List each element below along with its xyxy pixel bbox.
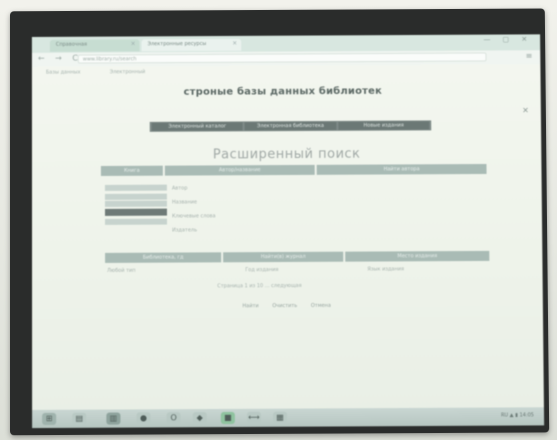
projected-browser-window: Справочная × Электронные ресурсы × — ▢ ✕… — [31, 34, 545, 429]
page-heading: Расширенный поиск — [212, 146, 361, 163]
opera-icon[interactable]: O — [166, 412, 181, 425]
browser-tab-active[interactable]: Электронные ресурсы × — [141, 38, 242, 52]
navigation-buttons[interactable]: ← → C — [38, 54, 82, 63]
app-icon[interactable]: ◆ — [192, 412, 207, 425]
nav-item-library[interactable]: Электронная библиотека — [244, 121, 337, 131]
field-label[interactable]: Автор — [172, 181, 216, 195]
pagination[interactable]: Страница 1 из 10 ... следующая — [217, 283, 301, 289]
search-button[interactable]: Найти — [242, 303, 258, 309]
field-label[interactable]: Ключевые слова — [172, 209, 216, 223]
media-icon[interactable]: ● — [136, 412, 151, 425]
top-navigation: Электронный каталог Электронная библиоте… — [149, 120, 432, 132]
search-fields: Автор Название Ключевые слова Издатель — [172, 181, 216, 237]
close-icon[interactable]: ✕ — [522, 106, 529, 115]
cancel-button[interactable]: Отмена — [311, 303, 331, 309]
explorer-icon[interactable]: ▤ — [72, 412, 87, 425]
site-title: строные базы данных библиотек — [183, 85, 383, 98]
filter-row: Любой тип Год издания Язык издания — [105, 266, 489, 274]
nav-item-catalog[interactable]: Электронный каталог — [151, 122, 243, 131]
window-controls[interactable]: — ▢ ✕ — [483, 35, 532, 43]
tab-close-icon[interactable]: × — [131, 40, 136, 47]
windows-taskbar: ⊞ ▤ ▥ ● O ◆ ■ ⟷ ▦ RU ▲ ▮ 14:05 — [32, 407, 545, 429]
system-tray[interactable]: RU ▲ ▮ 14:05 — [501, 412, 534, 418]
bookmark-link[interactable]: Базы данных — [46, 70, 81, 76]
table-header-cell: Книга — [100, 165, 163, 176]
menu-icon[interactable]: ≡ — [526, 51, 533, 60]
filter-table-header: Библиотека, гд Найти(в) журнал Место изд… — [105, 250, 490, 263]
app2-icon[interactable]: ▦ — [272, 411, 288, 424]
field-label[interactable]: Издатель — [172, 223, 216, 237]
nav-item-new[interactable]: Новые издания — [338, 121, 430, 130]
field-label[interactable]: Название — [172, 195, 216, 209]
clear-button[interactable]: Очистить — [272, 303, 297, 309]
address-bar[interactable]: www.library.ru/search — [77, 52, 487, 64]
tab-close-icon[interactable]: × — [232, 40, 237, 47]
browser-icon[interactable]: ▥ — [106, 412, 121, 425]
table-header-cell: Найти автора — [316, 163, 487, 175]
network-icon[interactable]: ⟷ — [246, 411, 261, 424]
table-header-cell: Автор/название — [164, 164, 315, 176]
filter-select[interactable]: Год издания — [245, 267, 278, 273]
bookmark-link[interactable]: Электронный — [110, 69, 146, 75]
filter-select[interactable]: Любой тип — [107, 268, 135, 274]
table-header-cell: Библиотека, гд — [105, 252, 222, 263]
green-app-icon[interactable]: ■ — [220, 411, 235, 425]
bookmarks-bar: Базы данных Электронный — [32, 64, 541, 79]
table-header-cell: Место издания — [345, 250, 490, 262]
form-actions: Найти Очистить Отмена — [242, 303, 331, 309]
tab-label: Справочная — [55, 41, 88, 48]
browser-tab[interactable]: Справочная × — [49, 39, 140, 52]
book-thumbnail — [104, 182, 168, 226]
filter-select[interactable]: Язык издания — [367, 266, 404, 272]
projector-screen: Справочная × Электронные ресурсы × — ▢ ✕… — [9, 8, 550, 436]
start-icon[interactable]: ⊞ — [42, 412, 57, 426]
tab-label: Электронные ресурсы — [147, 41, 207, 48]
table-header-cell: Найти(в) журнал — [223, 251, 344, 263]
search-table-header: Книга Автор/название Найти автора — [100, 163, 487, 176]
